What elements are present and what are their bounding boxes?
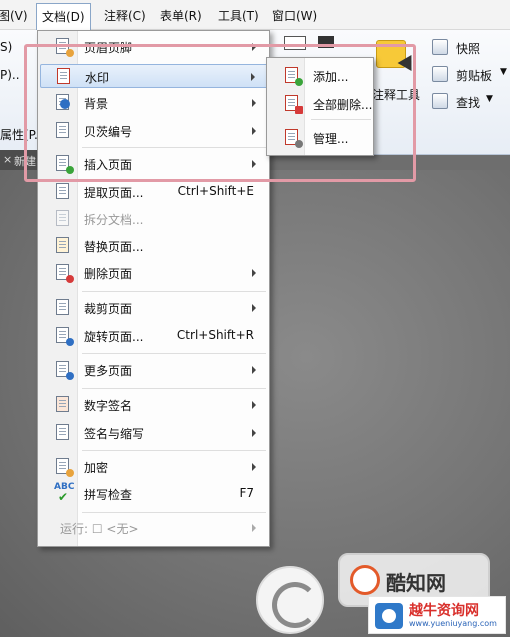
- extract-page-icon: [56, 183, 72, 201]
- menu-item-label: 拼写检查: [84, 488, 133, 502]
- menu-item-label: 数字签名: [84, 399, 133, 413]
- watermark-logo-icon: [256, 566, 324, 634]
- highlight-annotation-box: [24, 44, 416, 182]
- ribbon-fragment-2[interactable]: P)..: [0, 68, 20, 82]
- submenu-arrow-icon: [252, 429, 256, 437]
- menu-item-split-document[interactable]: 拆分文档...: [40, 207, 268, 231]
- menu-item-label: 拆分文档...: [84, 213, 144, 227]
- brand-name: 越牛资询网: [409, 603, 479, 619]
- menu-item-label: 加密: [84, 461, 109, 475]
- menu-separator: [82, 512, 266, 513]
- clipboard-dropdown-icon[interactable]: ▼: [500, 67, 507, 77]
- menu-separator: [82, 291, 266, 292]
- submenu-arrow-icon: [252, 524, 256, 532]
- menu-item-spell-check[interactable]: ABC ✔ 拼写检查 F7: [40, 482, 268, 506]
- menu-item-label: 裁剪页面: [84, 302, 133, 316]
- menu-bar: 图(V) 文档(D) 注释(C) 表单(R) 工具(T) 窗口(W): [0, 0, 510, 31]
- menu-item-label: 运行: ☐ <无>: [60, 522, 139, 536]
- tab-close-icon[interactable]: ×: [3, 153, 12, 166]
- submenu-arrow-icon: [252, 366, 256, 374]
- menu-item-shortcut: F7: [239, 486, 254, 500]
- submenu-arrow-icon: [252, 401, 256, 409]
- menu-item-label: 提取页面...: [84, 186, 144, 200]
- menu-item-label: 替换页面...: [84, 240, 144, 254]
- clipboard-icon[interactable]: [432, 66, 448, 82]
- find-icon[interactable]: [432, 93, 448, 109]
- menu-item-run[interactable]: 运行: ☐ <无>: [40, 516, 268, 540]
- menu-item-label: 旋转页面...: [84, 330, 144, 344]
- replace-page-icon: [56, 237, 72, 255]
- encrypt-icon: [56, 458, 74, 477]
- menu-item-delete-page[interactable]: 删除页面: [40, 261, 268, 285]
- more-pages-icon: [56, 361, 74, 380]
- menu-tools[interactable]: 工具(T): [218, 7, 259, 24]
- menu-item-label: 更多页面: [84, 364, 133, 378]
- crop-page-icon: [56, 299, 72, 317]
- menu-item-rotate-page[interactable]: 旋转页面... Ctrl+Shift+R: [40, 324, 268, 348]
- menu-form[interactable]: 表单(R): [160, 7, 202, 24]
- spell-check-icon: ABC ✔: [54, 482, 75, 504]
- digital-signature-icon: [56, 396, 72, 414]
- brand-watermark: 越牛资询网 www.yueniuyang.com: [368, 596, 506, 634]
- split-document-icon: [56, 210, 72, 228]
- submenu-arrow-icon: [252, 463, 256, 471]
- submenu-arrow-icon: [252, 304, 256, 312]
- menu-separator: [82, 450, 266, 451]
- menu-window[interactable]: 窗口(W): [272, 7, 317, 24]
- menu-view[interactable]: 图(V): [0, 7, 28, 24]
- brand-url: www.yueniuyang.com: [409, 619, 497, 628]
- menu-item-more-pages[interactable]: 更多页面: [40, 358, 268, 382]
- menu-item-replace-page[interactable]: 替换页面...: [40, 234, 268, 258]
- snapshot-icon[interactable]: [432, 39, 448, 55]
- site-logo-icon: [350, 565, 380, 595]
- menu-item-shortcut: Ctrl+Shift+E: [177, 184, 254, 198]
- menu-item-encrypt[interactable]: 加密: [40, 455, 268, 479]
- menu-item-digital-signature[interactable]: 数字签名: [40, 393, 268, 417]
- menu-item-crop-page[interactable]: 裁剪页面: [40, 296, 268, 320]
- menu-item-sign-initials[interactable]: 签名与缩写: [40, 421, 268, 445]
- sign-initials-icon: [56, 424, 72, 442]
- menu-separator: [82, 353, 266, 354]
- menu-document[interactable]: 文档(D): [36, 3, 91, 31]
- submenu-arrow-icon: [252, 269, 256, 277]
- menu-item-label: 删除页面: [84, 267, 133, 281]
- clipboard-button[interactable]: 剪贴板: [456, 67, 492, 84]
- rotate-page-icon: [56, 327, 74, 346]
- menu-item-shortcut: Ctrl+Shift+R: [176, 328, 254, 342]
- menu-item-extract-page[interactable]: 提取页面... Ctrl+Shift+E: [40, 180, 268, 204]
- find-dropdown-icon[interactable]: ▼: [486, 94, 493, 104]
- snapshot-button[interactable]: 快照: [456, 40, 480, 57]
- delete-page-icon: [56, 264, 74, 283]
- brand-logo-icon: [375, 603, 403, 629]
- menu-comment[interactable]: 注释(C): [104, 7, 146, 24]
- site-watermark-text: 酷知网: [386, 571, 446, 595]
- menu-separator: [82, 388, 266, 389]
- ribbon-fragment-1[interactable]: S): [0, 40, 12, 54]
- find-button[interactable]: 查找: [456, 94, 480, 111]
- menu-item-label: 签名与缩写: [84, 427, 145, 441]
